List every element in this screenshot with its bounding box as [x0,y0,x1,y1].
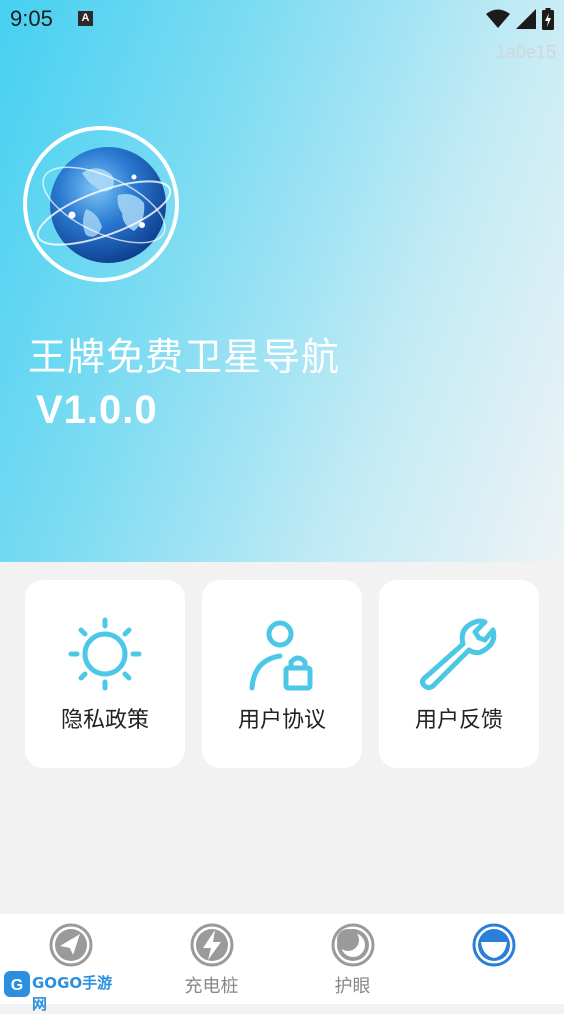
globe-icon [23,126,179,282]
tab-label: 充电桩 [184,976,239,997]
menu-cards: 隐私政策 用户协议 用户反馈 [25,580,539,768]
site-logo-text: GOGO手游网 [32,974,113,1013]
wrench-icon [420,618,497,691]
battery-icon [542,8,554,30]
card-label: 隐私政策 [60,708,149,733]
tab-label: 护眼 [334,976,371,997]
tab-eye-care[interactable]: 护眼 [282,914,423,1004]
user-feedback-card[interactable]: 用户反馈 [379,580,539,768]
navigation-icon [49,923,92,967]
card-label: 用户反馈 [414,708,503,733]
bowl-icon [472,923,515,967]
user-lock-icon [249,620,313,691]
charging-icon [190,923,233,967]
site-logo: G GOGO手游网 [4,968,116,1013]
sun-icon [68,617,142,691]
watermark-text: 1a0e15 [495,42,556,62]
notification-badge-icon: A [78,11,93,26]
svg-text:G: G [11,977,23,994]
tab-more[interactable] [423,914,564,1004]
moon-icon [331,923,374,967]
app-logo [22,125,180,283]
app-title: 王牌免费卫星导航 [28,335,341,379]
wifi-icon [486,9,510,28]
app-version: V1.0.0 [36,388,158,432]
tab-charging[interactable]: 充电桩 [141,914,282,1004]
status-bar: 9:05 A [0,0,564,40]
user-agreement-card[interactable]: 用户协议 [202,580,362,768]
privacy-policy-card[interactable]: 隐私政策 [25,580,185,768]
signal-icon [516,9,536,29]
card-label: 用户协议 [237,708,326,733]
status-time: 9:05 [10,6,53,31]
system-icons [486,8,554,30]
